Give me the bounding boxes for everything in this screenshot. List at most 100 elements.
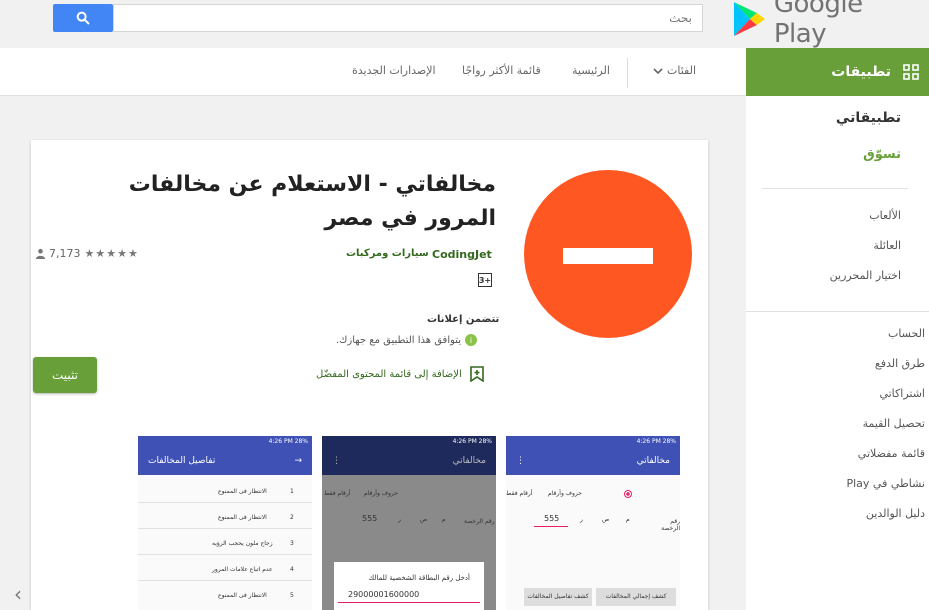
overflow-menu-icon: ⋮ [332,456,341,466]
row-divider [138,502,312,503]
row-number: 5 [290,592,294,599]
nav-divider [627,58,628,88]
sidebar-divider [746,311,929,312]
play-logo-icon [733,2,765,36]
plate-label: رقم الرخصة [464,518,495,525]
apps-tab[interactable]: تطبيقات [746,48,929,96]
screenshot-1[interactable]: 4:26 PM 28% مخالفاتي ⋮ حروف وأرقام أرقام … [506,436,680,610]
dialog-id-value: 29000001600000 [348,590,420,599]
row-number: 3 [290,540,294,547]
sidebar-parent-guide[interactable]: دليل الوالدين [866,507,925,520]
nav-new-releases[interactable]: الإصدارات الجديدة [352,64,436,77]
app-bar: → تفاصيل المخالفات [138,447,312,475]
google-play-logo[interactable]: Google Play [732,0,922,49]
plate-label: رقم الرخصة [661,518,680,532]
letter-field: م [442,516,446,523]
dialog-prompt: أدخل رقم البطاقة الشخصية للمالك [368,574,470,582]
violation-details-button: كشف تفاصيل المخالفات [524,588,592,606]
letter-field: م [626,516,630,523]
row-divider [138,554,312,555]
screenshot-3[interactable]: 4:26 PM 28% → تفاصيل المخالفات 1 الانتظار… [138,436,312,610]
search-icon [76,11,90,25]
chevron-down-icon [653,67,663,74]
row-text: زجاج ملون يحجب الرؤيه [212,540,273,547]
row-text: الانتظار فى الممنوع [218,514,267,521]
row-number: 2 [290,514,294,521]
row-number: 1 [290,488,294,495]
owner-id-dialog: أدخل رقم البطاقة الشخصية للمالك 29000001… [334,562,484,610]
compatibility-note: يتوافق هذا التطبيق مع جهازك. i [336,334,478,346]
app-bar-title: مخالفاتي [452,456,486,466]
plate-number: 555 [362,514,378,523]
nav-categories[interactable]: الفئات [652,64,696,77]
app-bar-title: تفاصيل المخالفات [148,456,216,466]
category-link[interactable]: سيارات ومركبات [346,248,429,259]
rating-summary: 7,173 ★★★★★ [35,247,139,260]
install-button[interactable]: تثبيت [33,357,97,393]
nav-top-charts[interactable]: قائمة الأكثر رواجًا [462,64,541,77]
no-entry-icon [563,248,653,264]
total-violations-button: كشف إجمالي المخالفات [596,588,676,606]
back-arrow-icon: → [294,456,302,466]
sidebar-account[interactable]: الحساب [888,327,925,340]
wishlist-label: الإضافة إلى قائمة المحتوى المفضّل [316,368,462,380]
letter-field: ر [580,516,583,523]
sidebar-editors-choice[interactable]: اختيار المحررين [830,269,901,282]
row-divider [138,528,312,529]
letter-field: ر [398,516,401,523]
sidebar-wishlist[interactable]: قائمة مفضلاتي [858,447,925,460]
radio-numbers-only: أرقام فقط [324,490,351,497]
nav-categories-label: الفئات [667,64,696,77]
sidebar-games[interactable]: الألعاب [869,209,901,222]
wishlist-button[interactable]: الإضافة إلى قائمة المحتوى المفضّل [316,366,484,382]
app-bar: مخالفاتي ⋮ [506,447,680,475]
sidebar-subscriptions[interactable]: اشتراكاتي [879,387,925,400]
bookmark-add-icon [469,366,484,382]
search-input[interactable]: بحث [113,4,703,32]
apps-grid-icon [903,64,919,80]
svg-text:i: i [470,336,472,345]
check-circle-icon: i [465,334,478,346]
contains-ads: تتضمن إعلانات [427,314,500,325]
row-number: 4 [290,566,294,573]
radio-letters-numbers: حروف وأرقام [548,490,582,497]
overflow-menu-icon: ⋮ [516,456,525,466]
radio-selected-icon [624,490,632,498]
person-icon [35,248,46,259]
sidebar-redeem[interactable]: تحصيل القيمة [863,417,925,430]
logo-text: Google Play [773,0,863,49]
radio-numbers-only: أرقام فقط [506,490,533,497]
app-title: مخالفاتي - الاستعلام عن مخالفات المرور ف… [128,172,496,231]
developer-link[interactable]: CodingJet [432,248,492,261]
status-bar: 4:26 PM 28% [506,436,680,447]
row-text: الانتظار فى الممنوع [218,488,267,495]
sidebar-my-apps[interactable]: تطبيقاتي [836,110,901,126]
row-divider [138,580,312,581]
content-rating-badge: 3+ [478,273,492,287]
compatibility-text: يتوافق هذا التطبيق مع جهازك. [336,334,462,346]
row-text: الانتظار فى الممنوع [218,592,267,599]
plate-underline [534,526,568,527]
letter-field: ص [420,516,428,523]
screenshot-2[interactable]: 4:26 PM 28% مخالفاتي ⋮ حروف وأرقام أرقام … [322,436,496,610]
sidebar-play-activity[interactable]: نشاطي في Play [846,477,925,490]
sidebar-family[interactable]: العائلة [873,239,901,252]
status-bar: 4:26 PM 28% [322,436,496,447]
app-bar: مخالفاتي ⋮ [322,447,496,475]
app-bar-title: مخالفاتي [636,456,670,466]
status-bar: 4:26 PM 28% [138,436,312,447]
search-button[interactable] [53,4,113,32]
carousel-prev-arrow-icon[interactable]: ‹ [14,582,22,606]
sidebar-shop[interactable]: تسوّق [863,147,901,162]
plate-number: 555 [544,514,560,523]
nav-home[interactable]: الرئيسية [572,64,610,77]
letter-field: ص [602,516,610,523]
row-text: عدم اتباع علامات المرور [212,566,273,573]
rating-count: 7,173 [49,247,81,260]
apps-tab-label: تطبيقات [831,64,891,80]
sidebar-payment-methods[interactable]: طرق الدفع [875,357,925,370]
sidebar [746,96,929,610]
radio-letters-numbers: حروف وأرقام [364,490,398,497]
star-rating-icon: ★★★★★ [84,247,139,260]
sidebar-divider [762,188,908,189]
